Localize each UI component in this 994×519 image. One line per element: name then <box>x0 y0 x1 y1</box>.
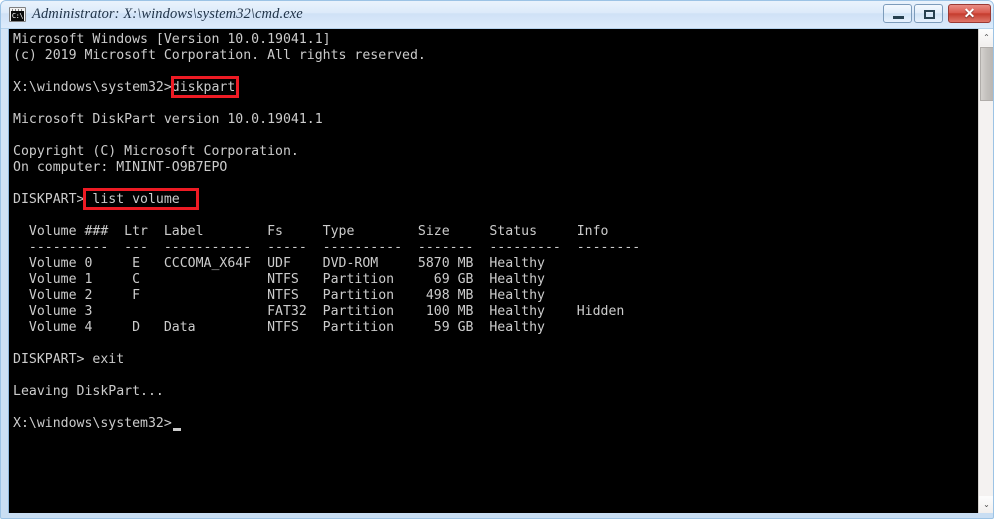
minimize-button[interactable] <box>883 4 912 23</box>
close-button[interactable]: ✕ <box>948 4 991 23</box>
minimize-icon <box>893 16 904 19</box>
console-icon: C:\ <box>9 7 26 22</box>
window-title: Administrator: X:\windows\system32\cmd.e… <box>32 6 303 22</box>
close-icon: ✕ <box>963 5 976 21</box>
console-cursor <box>173 428 181 431</box>
maximize-button[interactable] <box>914 4 943 23</box>
console-scrollbar[interactable]: ⌃ ⌄ <box>978 29 993 513</box>
title-bar[interactable]: C:\ Administrator: X:\windows\system32\c… <box>1 1 993 29</box>
command-prompt-window: C:\ Administrator: X:\windows\system32\c… <box>0 0 994 519</box>
scroll-down-icon[interactable]: ⌄ <box>979 496 993 513</box>
scrollbar-thumb[interactable] <box>980 47 993 101</box>
scroll-up-icon[interactable]: ⌃ <box>979 29 993 46</box>
maximize-icon <box>924 10 935 19</box>
console-icon-prompt-glyph: C:\ <box>11 11 24 20</box>
console-text: Microsoft Windows [Version 10.0.19041.1]… <box>13 32 641 431</box>
console-output-area[interactable]: Microsoft Windows [Version 10.0.19041.1]… <box>8 29 978 513</box>
